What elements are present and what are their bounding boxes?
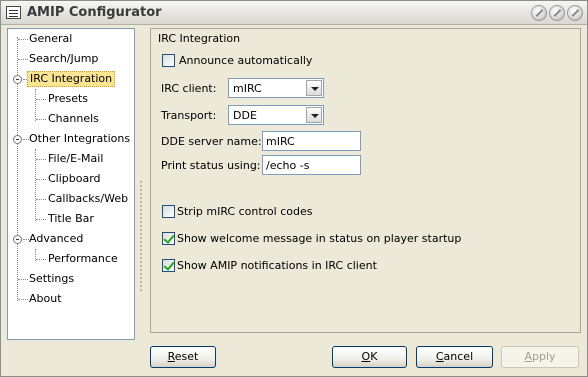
tree-connector [35, 89, 36, 121]
tree-item-settings[interactable]: Settings [29, 271, 74, 287]
app-menu-icon[interactable] [6, 6, 21, 19]
transport-select[interactable]: DDE [228, 105, 324, 125]
title-bar[interactable]: AMIP Configurator [1, 1, 587, 25]
strip-mirc-codes-label: Strip mIRC control codes [177, 205, 313, 218]
minimize-button[interactable] [531, 5, 547, 21]
tree-item-advanced[interactable]: Advanced [29, 231, 83, 247]
announce-automatically-label: Announce automatically [179, 54, 313, 67]
tree-item-performance[interactable]: Performance [48, 251, 118, 267]
irc-integration-panel: IRC Integration [150, 28, 581, 333]
close-button[interactable] [567, 5, 583, 21]
splitter-handle[interactable] [140, 181, 142, 291]
collapse-irc-integration-icon[interactable] [13, 75, 22, 84]
dde-server-name-label: DDE server name: [161, 135, 262, 148]
tree-item-callbacks-web[interactable]: Callbacks/Web [48, 191, 128, 207]
apply-button[interactable]: Apply [501, 346, 579, 368]
tree-item-general[interactable]: General [29, 31, 72, 47]
collapse-advanced-icon[interactable] [13, 235, 22, 244]
reset-button[interactable]: Reset [150, 346, 216, 368]
show-welcome-message-checkbox[interactable] [162, 232, 175, 245]
configurator-window: AMIP Configurator General Search/Jump IR… [0, 0, 588, 377]
window-title: AMIP Configurator [27, 5, 162, 20]
print-status-using-input[interactable] [263, 156, 360, 174]
tree-item-about[interactable]: About [29, 291, 62, 307]
chevron-down-icon[interactable] [306, 107, 322, 123]
irc-client-select[interactable]: mIRC [228, 78, 324, 98]
irc-client-label: IRC client: [161, 82, 217, 95]
panel-title: IRC Integration [158, 32, 241, 45]
tree-item-irc-integration[interactable]: IRC Integration [27, 71, 116, 87]
tree-item-presets[interactable]: Presets [48, 91, 88, 107]
ok-button[interactable]: OK [332, 346, 407, 368]
settings-tree[interactable]: General Search/Jump IRC Integration Pres… [7, 28, 135, 340]
dde-server-name-field[interactable] [262, 131, 361, 151]
irc-client-value: mIRC [233, 82, 262, 95]
tree-item-channels[interactable]: Channels [48, 111, 99, 127]
tree-item-title-bar[interactable]: Title Bar [48, 211, 94, 227]
dde-server-name-input[interactable] [263, 132, 360, 150]
show-amip-notifications-label: Show AMIP notifications in IRC client [177, 259, 377, 272]
transport-value: DDE [233, 109, 257, 122]
tree-item-other-integrations[interactable]: Other Integrations [29, 131, 130, 147]
tree-item-search-jump[interactable]: Search/Jump [29, 51, 98, 67]
strip-mirc-codes-checkbox[interactable] [162, 205, 175, 218]
show-amip-notifications-checkbox[interactable] [162, 259, 175, 272]
cancel-button[interactable]: Cancel [416, 346, 493, 368]
print-status-using-field[interactable] [262, 155, 361, 175]
collapse-other-integrations-icon[interactable] [13, 135, 22, 144]
maximize-button[interactable] [549, 5, 565, 21]
transport-label: Transport: [161, 109, 217, 122]
announce-automatically-checkbox[interactable] [162, 54, 175, 67]
tree-item-clipboard[interactable]: Clipboard [48, 171, 101, 187]
chevron-down-icon[interactable] [306, 80, 322, 96]
tree-item-file-email[interactable]: File/E-Mail [48, 151, 103, 167]
print-status-using-label: Print status using: [161, 159, 261, 172]
show-welcome-message-label: Show welcome message in status on player… [177, 232, 462, 245]
